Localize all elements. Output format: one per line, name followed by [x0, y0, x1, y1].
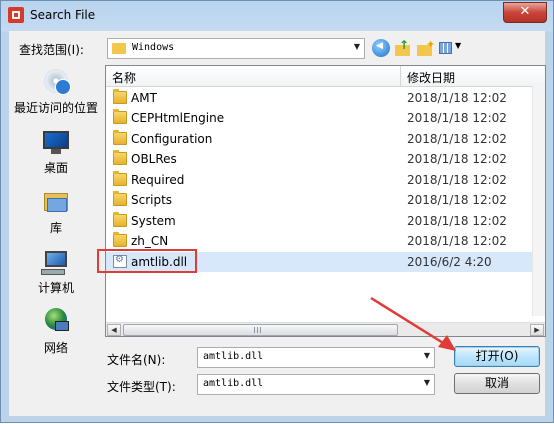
search-file-dialog: Search File ✕ 查找范围(I): Windows ▼ ↑ ✦ ▼ 最… [0, 0, 554, 423]
annotation-arrow [370, 296, 456, 351]
